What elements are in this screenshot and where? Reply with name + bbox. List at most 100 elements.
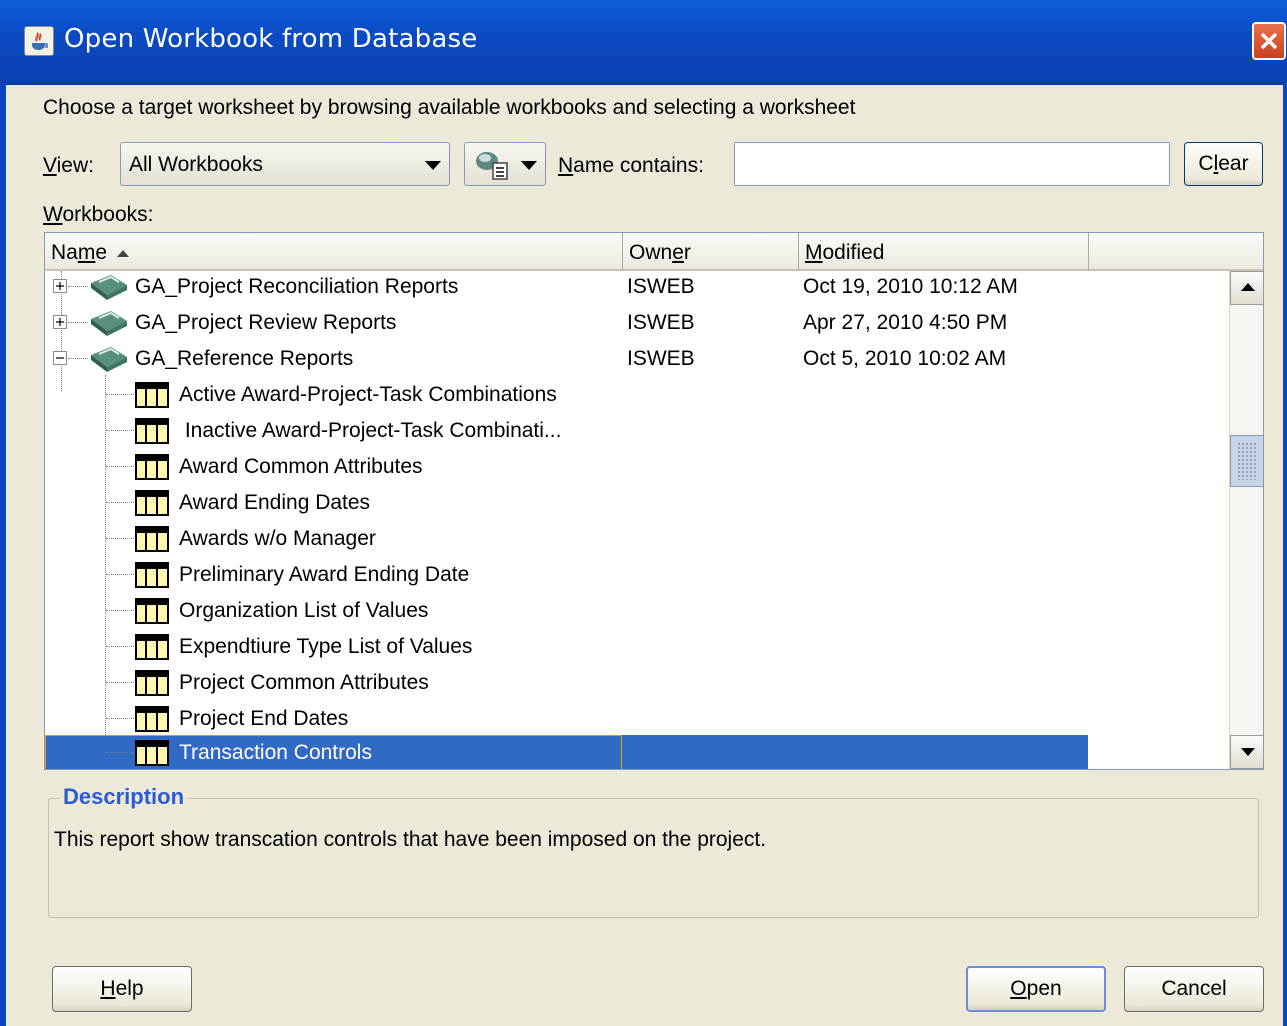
workbook-icon <box>91 275 127 300</box>
worksheet-icon <box>135 598 169 624</box>
worksheet-name: Award Common Attributes <box>179 455 423 478</box>
column-header-filler <box>1089 233 1263 271</box>
expand-icon[interactable] <box>53 315 67 329</box>
worksheet-icon <box>135 562 169 588</box>
worksheet-name: Preliminary Award Ending Date <box>179 563 470 586</box>
worksheet-row[interactable]: Active Award-Project-Task Combinations <box>45 377 1229 413</box>
scroll-up-button[interactable] <box>1230 271 1263 305</box>
worksheet-row[interactable]: Project End Dates <box>45 701 1229 737</box>
arrow-down-icon <box>1241 748 1255 756</box>
description-legend: Description <box>60 784 188 810</box>
tree-connector <box>68 322 88 323</box>
instruction-text: Choose a target worksheet by browsing av… <box>43 96 856 119</box>
column-header-name[interactable]: Name <box>45 233 623 271</box>
worksheet-row[interactable]: Preliminary Award Ending Date <box>45 557 1229 593</box>
view-dropdown[interactable]: All Workbooks <box>120 142 450 186</box>
tree-connector <box>106 718 134 719</box>
java-app-icon <box>24 26 54 56</box>
workbook-row[interactable]: GA_Reference Reports ISWEB Oct 5, 2010 1… <box>45 341 1229 377</box>
tree-connector <box>106 394 134 395</box>
tree-connector <box>68 286 88 287</box>
worksheet-row[interactable]: Project Common Attributes <box>45 665 1229 701</box>
worksheet-row[interactable]: Awards w/o Manager <box>45 521 1229 557</box>
worksheet-name: Project Common Attributes <box>179 671 429 694</box>
scroll-down-button[interactable] <box>1230 735 1263 769</box>
workbook-options-button[interactable] <box>464 142 546 186</box>
worksheet-name: Project End Dates <box>179 707 349 730</box>
tree-connector <box>106 682 134 683</box>
worksheet-name: Organization List of Values <box>179 599 429 622</box>
worksheet-row[interactable]: Expendtiure Type List of Values <box>45 629 1229 665</box>
workbook-icon <box>91 311 127 336</box>
worksheet-icon <box>135 490 169 516</box>
workbook-owner: ISWEB <box>627 275 695 298</box>
worksheet-name: Transaction Controls <box>179 741 372 764</box>
tree-connector <box>106 466 134 467</box>
vertical-scrollbar[interactable] <box>1229 271 1263 769</box>
workbook-name: GA_Reference Reports <box>135 347 354 370</box>
table-header: Name Owner Modified <box>45 233 1263 271</box>
database-workbook-icon <box>476 152 508 180</box>
worksheet-icon <box>135 382 169 408</box>
worksheet-icon <box>135 526 169 552</box>
arrow-up-icon <box>1241 283 1255 291</box>
tree-connector <box>106 574 134 575</box>
tree-connector <box>106 430 134 431</box>
expand-icon[interactable] <box>53 279 67 293</box>
workbook-name: GA_Project Reconciliation Reports <box>135 275 459 298</box>
workbooks-label: Workbooks: <box>43 203 154 226</box>
title-bar: Open Workbook from Database <box>0 0 1287 85</box>
tree-connector <box>106 538 134 539</box>
workbook-name: GA_Project Review Reports <box>135 311 397 334</box>
worksheet-row[interactable]: Inactive Award-Project-Task Combinati... <box>45 413 1229 449</box>
window-title: Open Workbook from Database <box>64 24 478 54</box>
workbook-modified: Apr 27, 2010 4:50 PM <box>803 311 1008 334</box>
workbook-row[interactable]: GA_Project Review Reports ISWEB Apr 27, … <box>45 305 1229 341</box>
tree-connector <box>106 646 134 647</box>
column-header-owner[interactable]: Owner <box>623 233 799 271</box>
workbook-icon <box>91 347 127 372</box>
worksheet-row[interactable]: Organization List of Values <box>45 593 1229 629</box>
worksheet-name: Inactive Award-Project-Task Combinati... <box>179 419 562 442</box>
worksheet-icon <box>135 634 169 660</box>
name-contains-input[interactable] <box>734 142 1170 186</box>
worksheet-icon <box>135 454 169 480</box>
workbook-owner: ISWEB <box>627 347 695 370</box>
workbook-row[interactable]: GA_Project Reconciliation Reports ISWEB … <box>45 269 1229 305</box>
clear-button[interactable]: Clear <box>1184 142 1263 186</box>
worksheet-icon <box>135 670 169 696</box>
view-selected-value: All Workbooks <box>129 153 263 176</box>
tree-connector <box>106 502 134 503</box>
cancel-button[interactable]: Cancel <box>1124 966 1264 1012</box>
worksheet-row[interactable]: Award Ending Dates <box>45 485 1229 521</box>
worksheet-row-selected[interactable]: Transaction Controls <box>45 735 1229 769</box>
workbook-modified: Oct 5, 2010 10:02 AM <box>803 347 1007 370</box>
sort-ascending-icon <box>117 249 130 257</box>
worksheet-icon <box>135 418 169 444</box>
workbook-modified: Oct 19, 2010 10:12 AM <box>803 275 1018 298</box>
view-label: View: <box>43 154 94 177</box>
tree-connector <box>68 358 88 359</box>
name-contains-label: Name contains: <box>558 154 704 177</box>
open-button[interactable]: Open <box>966 966 1106 1012</box>
scrollbar-thumb[interactable] <box>1230 435 1263 487</box>
tree-connector <box>106 752 134 753</box>
window-frame-left <box>0 84 6 1026</box>
collapse-icon[interactable] <box>53 351 67 365</box>
chevron-down-icon <box>425 161 441 170</box>
description-text: This report show transcation controls th… <box>54 828 767 851</box>
workbook-owner: ISWEB <box>627 311 695 334</box>
worksheet-name: Award Ending Dates <box>179 491 371 514</box>
column-header-modified[interactable]: Modified <box>799 233 1089 271</box>
grip-icon <box>1237 442 1257 480</box>
close-button[interactable] <box>1252 22 1286 60</box>
window-frame-right <box>1283 84 1287 1026</box>
worksheet-row[interactable]: Award Common Attributes <box>45 449 1229 485</box>
worksheet-name: Active Award-Project-Task Combinations <box>179 383 557 406</box>
tree-connector <box>106 610 134 611</box>
workbooks-tree-table[interactable]: Name Owner Modified GA_Project Reconcili… <box>44 232 1264 770</box>
description-group <box>48 798 1259 918</box>
help-button[interactable]: Help <box>52 966 192 1012</box>
chevron-down-icon <box>521 161 537 170</box>
worksheet-icon <box>135 740 169 766</box>
